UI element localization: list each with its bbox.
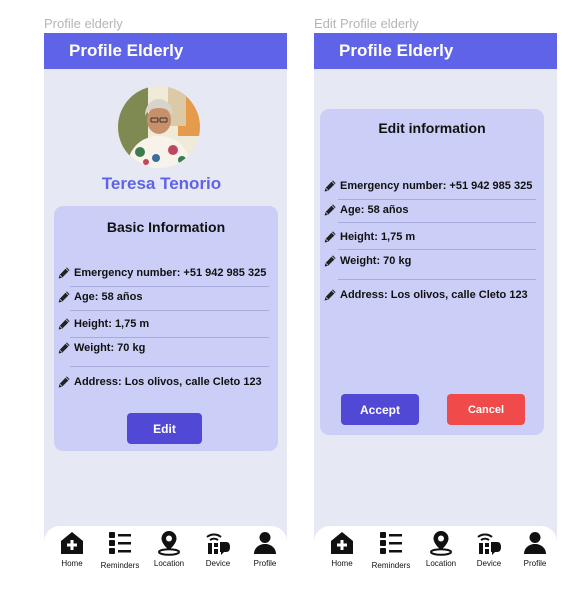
nav-item-location[interactable]: Location [416,530,466,568]
weight-text: Weight: 70 kg [74,342,146,354]
cancel-button[interactable]: Cancel [447,394,525,425]
nav-item-home[interactable]: Home [317,530,367,568]
address-field[interactable]: Address: Los olivos, calle Cleto 123 [323,285,528,305]
nav-label: Device [205,559,231,568]
edit-information-card: Edit information Emergency number: +51 9… [320,109,544,435]
height-text: Height: 1,75 m [340,231,416,243]
nav-label: Location [153,559,185,568]
profile-screen: Profile Elderly Teresa Tenorio Basic Inf… [44,33,287,574]
nav-label: Home [61,559,83,568]
pencil-icon [57,266,71,280]
basic-information-card: Basic Information Emergency number: +51 … [54,206,278,451]
accept-button[interactable]: Accept [341,394,419,425]
nav-label: Reminders [100,561,140,570]
device-icon [205,530,231,556]
nav-item-device[interactable]: Device [193,530,243,568]
pencil-icon [57,341,71,355]
pencil-icon[interactable] [323,179,337,193]
pencil-icon [57,317,71,331]
nav-item-location[interactable]: Location [144,530,194,568]
pencil-icon[interactable] [323,230,337,244]
location-pin-icon [428,530,454,556]
weight-text: Weight: 70 kg [340,255,412,267]
device-icon [476,530,502,556]
divider [338,222,536,223]
nav-item-profile[interactable]: Profile [240,530,287,568]
nav-item-device[interactable]: Device [464,530,514,568]
nav-item-profile[interactable]: Profile [510,530,557,568]
weight-row: Weight: 70 kg [57,338,145,358]
person-icon [522,530,548,556]
nav-item-reminders[interactable]: Reminders [366,530,416,570]
emergency-number-field[interactable]: Emergency number: +51 942 985 325 [323,176,532,196]
pencil-icon[interactable] [323,203,337,217]
nav-label: Home [331,559,353,568]
age-row: Age: 58 años [57,287,142,307]
home-plus-icon [59,530,85,556]
address-row: Address: Los olivos, calle Cleto 123 [57,372,262,392]
age-field[interactable]: Age: 58 años [323,200,408,220]
emergency-number-text: Emergency number: +51 942 985 325 [340,180,533,192]
weight-field[interactable]: Weight: 70 kg [323,251,411,271]
card-title: Edit information [378,120,486,136]
address-text: Address: Los olivos, calle Cleto 123 [340,289,528,301]
age-text: Age: 58 años [74,291,143,303]
app-bar-title: Profile Elderly [314,33,557,69]
nav-label: Profile [523,559,547,568]
avatar [118,86,200,168]
location-pin-icon [156,530,182,556]
address-text: Address: Los olivos, calle Cleto 123 [74,376,262,388]
home-plus-icon [329,530,355,556]
nav-label: Profile [253,559,277,568]
pencil-icon[interactable] [323,254,337,268]
card-title: Basic Information [106,219,226,235]
pencil-icon [57,290,71,304]
bottom-nav: Home Reminders Location Device Profile [44,526,287,574]
list-icon [107,530,133,556]
frame-label-edit-profile: Edit Profile elderly [314,16,419,31]
nav-label: Device [476,559,502,568]
pencil-icon[interactable] [323,288,337,302]
divider [70,310,269,311]
nav-label: Location [425,559,457,568]
app-bar-title: Profile Elderly [44,33,287,69]
divider [338,249,536,250]
person-icon [252,530,278,556]
age-text: Age: 58 años [340,204,409,216]
divider [338,279,536,280]
nav-item-home[interactable]: Home [47,530,97,568]
bottom-nav: Home Reminders Location Device Profile [314,526,557,574]
list-icon [378,530,404,556]
edit-button[interactable]: Edit [127,413,202,444]
emergency-number-row: Emergency number: +51 942 985 325 [57,263,266,283]
height-text: Height: 1,75 m [74,318,150,330]
nav-item-reminders[interactable]: Reminders [95,530,145,570]
person-name: Teresa Tenorio [101,174,222,193]
emergency-number-text: Emergency number: +51 942 985 325 [74,267,267,279]
frame-label-profile: Profile elderly [44,16,123,31]
height-row: Height: 1,75 m [57,314,149,334]
height-field[interactable]: Height: 1,75 m [323,227,415,247]
nav-label: Reminders [371,561,411,570]
pencil-icon [57,375,71,389]
divider [70,366,269,367]
edit-profile-screen: Profile Elderly Edit information Emergen… [314,33,557,574]
